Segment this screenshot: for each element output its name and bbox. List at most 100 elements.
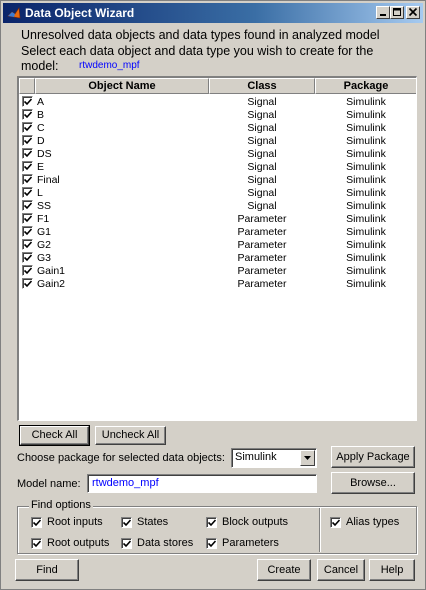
block-outputs-label: Block outputs xyxy=(222,516,289,528)
model-name-link[interactable]: rtwdemo_mpf xyxy=(79,60,140,71)
dropdown-arrow-button[interactable] xyxy=(300,450,315,466)
check-all-button[interactable]: Check All xyxy=(19,425,90,446)
dropdown-arrow-icon xyxy=(304,456,311,460)
cell-class: Signal xyxy=(247,200,277,212)
intro-text: Unresolved data objects and data types f… xyxy=(21,27,421,59)
cell-class: Parameter xyxy=(237,226,287,238)
row-checkbox[interactable] xyxy=(22,96,33,107)
data-stores-label: Data stores xyxy=(137,537,194,549)
minimize-button[interactable] xyxy=(376,6,390,19)
data-stores-check[interactable] xyxy=(121,538,132,549)
header-checkbox-column xyxy=(19,78,35,94)
table-row[interactable]: A Signal Simulink xyxy=(19,96,416,109)
table-row[interactable]: F1 Parameter Simulink xyxy=(19,213,416,226)
cell-class: Signal xyxy=(247,187,277,199)
block-outputs-check[interactable] xyxy=(206,517,217,528)
row-checkbox[interactable] xyxy=(22,109,33,120)
cell-package: Simulink xyxy=(346,148,386,160)
table-row[interactable]: Final Signal Simulink xyxy=(19,174,416,187)
maximize-button[interactable] xyxy=(390,6,404,19)
row-checkbox[interactable] xyxy=(22,187,33,198)
title-bar[interactable]: Data Object Wizard xyxy=(3,3,423,23)
table-row[interactable]: G3 Parameter Simulink xyxy=(19,252,416,265)
root-outputs-check[interactable] xyxy=(31,538,42,549)
package-dropdown[interactable]: Simulink xyxy=(231,448,317,468)
table-row[interactable]: SS Signal Simulink xyxy=(19,200,416,213)
states-check[interactable] xyxy=(121,517,132,528)
cell-object-name: Final xyxy=(37,174,60,186)
row-checkbox[interactable] xyxy=(22,135,33,146)
create-button[interactable]: Create xyxy=(257,559,311,581)
row-checkbox[interactable] xyxy=(22,200,33,211)
checkmark-icon xyxy=(24,254,32,262)
header-class[interactable]: Class xyxy=(209,78,315,94)
table-row[interactable]: D Signal Simulink xyxy=(19,135,416,148)
help-button[interactable]: Help xyxy=(369,559,415,581)
checkmark-icon xyxy=(33,540,41,548)
data-object-wizard-window: Data Object Wizard Unresolved data objec… xyxy=(0,0,426,590)
checkmark-icon xyxy=(208,540,216,548)
cell-class: Parameter xyxy=(237,252,287,264)
cell-package: Simulink xyxy=(346,109,386,121)
checkmark-icon xyxy=(24,267,32,275)
checkmark-icon xyxy=(24,163,32,171)
table-row[interactable]: Gain2 Parameter Simulink xyxy=(19,278,416,291)
checkmark-icon xyxy=(24,241,32,249)
row-checkbox[interactable] xyxy=(22,278,33,289)
browse-button[interactable]: Browse... xyxy=(331,472,415,494)
cell-object-name: F1 xyxy=(37,213,50,225)
cell-object-name: E xyxy=(37,161,45,173)
cell-class: Signal xyxy=(247,109,277,121)
table-row[interactable]: DS Signal Simulink xyxy=(19,148,416,161)
table-row[interactable]: B Signal Simulink xyxy=(19,109,416,122)
row-checkbox[interactable] xyxy=(22,239,33,250)
data-objects-table[interactable]: Object Name Class Package A Signal Simulin… xyxy=(17,76,417,421)
table-row[interactable]: Gain1 Parameter Simulink xyxy=(19,265,416,278)
cell-object-name: G3 xyxy=(37,252,52,264)
cell-object-name: DS xyxy=(37,148,52,160)
intro-line-1: Unresolved data objects and data types f… xyxy=(21,28,380,42)
row-checkbox[interactable] xyxy=(22,226,33,237)
apply-package-button[interactable]: Apply Package xyxy=(331,446,415,468)
model-name-input[interactable]: rtwdemo_mpf xyxy=(87,474,317,493)
row-checkbox[interactable] xyxy=(22,213,33,224)
header-package[interactable]: Package xyxy=(315,78,416,94)
parameters-check[interactable] xyxy=(206,538,217,549)
checkmark-icon xyxy=(123,519,131,527)
checkmark-icon xyxy=(24,124,32,132)
row-checkbox[interactable] xyxy=(22,122,33,133)
cell-object-name: G1 xyxy=(37,226,52,238)
row-checkbox[interactable] xyxy=(22,265,33,276)
row-checkbox[interactable] xyxy=(22,174,33,185)
table-row[interactable]: E Signal Simulink xyxy=(19,161,416,174)
cell-class: Signal xyxy=(247,122,277,134)
header-object-name[interactable]: Object Name xyxy=(35,78,209,94)
row-checkbox[interactable] xyxy=(22,161,33,172)
alias-types-check[interactable] xyxy=(330,517,341,528)
package-dropdown-value: Simulink xyxy=(235,451,277,463)
close-button[interactable] xyxy=(406,6,420,19)
cell-package: Simulink xyxy=(346,187,386,199)
cell-package: Simulink xyxy=(346,96,386,108)
table-row[interactable]: G1 Parameter Simulink xyxy=(19,226,416,239)
cancel-button[interactable]: Cancel xyxy=(317,559,365,581)
uncheck-all-button[interactable]: Uncheck All xyxy=(95,426,166,445)
package-select-label: Choose package for selected data objects… xyxy=(17,452,225,464)
cell-object-name: L xyxy=(37,187,43,199)
cell-class: Signal xyxy=(247,96,277,108)
table-row[interactable]: G2 Parameter Simulink xyxy=(19,239,416,252)
cell-object-name: Gain2 xyxy=(37,278,66,290)
cell-package: Simulink xyxy=(346,161,386,173)
table-row[interactable]: L Signal Simulink xyxy=(19,187,416,200)
root-outputs-label: Root outputs xyxy=(47,537,110,549)
row-checkbox[interactable] xyxy=(22,148,33,159)
root-inputs-check[interactable] xyxy=(31,517,42,528)
checkmark-icon xyxy=(123,540,131,548)
checkmark-icon xyxy=(24,189,32,197)
cell-class: Parameter xyxy=(237,265,287,277)
row-checkbox[interactable] xyxy=(22,252,33,263)
table-row[interactable]: C Signal Simulink xyxy=(19,122,416,135)
find-button[interactable]: Find xyxy=(15,559,79,581)
cell-class: Parameter xyxy=(237,239,287,251)
cell-package: Simulink xyxy=(346,135,386,147)
